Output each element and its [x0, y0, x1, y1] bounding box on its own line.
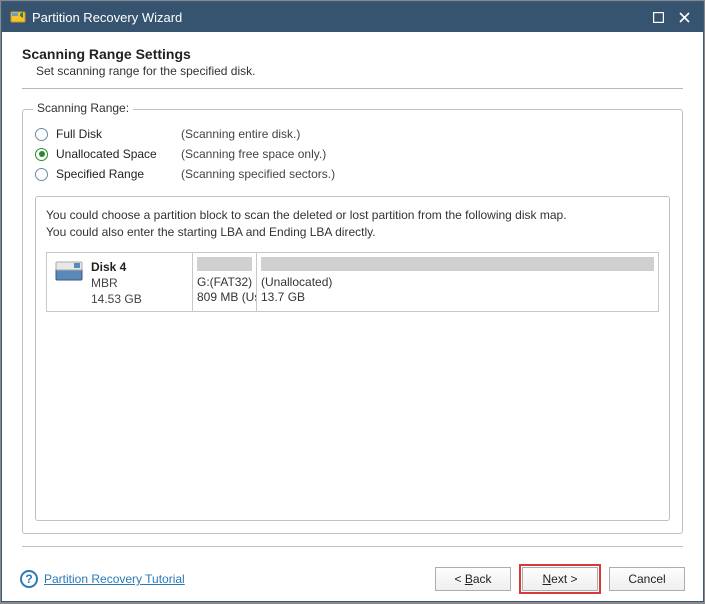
back-button[interactable]: < Back	[435, 567, 511, 591]
disk-name: Disk 4	[91, 259, 142, 275]
scanning-range-fieldset: Scanning Range: Full Disk (Scanning enti…	[22, 109, 683, 534]
radio-specified-range[interactable]: Specified Range (Scanning specified sect…	[35, 167, 670, 181]
maximize-button[interactable]	[651, 10, 665, 24]
disk-map: Disk 4 MBR 14.53 GB G:(FAT32) 809 MB (Us…	[46, 252, 659, 312]
radio-full-disk[interactable]: Full Disk (Scanning entire disk.)	[35, 127, 670, 141]
radio-icon	[35, 168, 48, 181]
footer: ? Partition Recovery Tutorial < Back Nex…	[2, 557, 703, 601]
next-button[interactable]: Next >	[522, 567, 598, 591]
radio-label: Full Disk	[56, 127, 181, 141]
radio-icon	[35, 148, 48, 161]
partition-size: 13.7 GB	[261, 290, 654, 306]
disk-size: 14.53 GB	[91, 291, 142, 307]
radio-label: Specified Range	[56, 167, 181, 181]
partition-bar	[197, 257, 252, 271]
content-area: Scanning Range Settings Set scanning ran…	[2, 32, 703, 557]
fieldset-legend: Scanning Range:	[33, 101, 133, 115]
close-button[interactable]	[677, 10, 691, 24]
partition-size: 809 MB (Used	[197, 290, 252, 306]
partition-block[interactable]: G:(FAT32) 809 MB (Used	[193, 253, 257, 311]
help-section: ? Partition Recovery Tutorial	[20, 570, 185, 588]
help-icon: ?	[20, 570, 38, 588]
help-link[interactable]: Partition Recovery Tutorial	[44, 572, 185, 586]
window-title: Partition Recovery Wizard	[32, 10, 651, 25]
next-button-highlight: Next >	[519, 564, 601, 594]
footer-divider	[22, 546, 683, 547]
page-heading: Scanning Range Settings	[22, 46, 683, 62]
radio-desc: (Scanning specified sectors.)	[181, 167, 335, 181]
cancel-button[interactable]: Cancel	[609, 567, 685, 591]
disk-icon	[55, 261, 83, 286]
wizard-window: Partition Recovery Wizard Scanning Range…	[1, 1, 704, 602]
disk-info: Disk 4 MBR 14.53 GB	[47, 253, 193, 311]
disk-map-box: You could choose a partition block to sc…	[35, 196, 670, 521]
partition-label: G:(FAT32)	[197, 275, 252, 291]
partition-block[interactable]: (Unallocated) 13.7 GB	[257, 253, 658, 311]
radio-unallocated-space[interactable]: Unallocated Space (Scanning free space o…	[35, 147, 670, 161]
partition-label: (Unallocated)	[261, 275, 654, 291]
radio-desc: (Scanning entire disk.)	[181, 127, 300, 141]
partition-bar	[261, 257, 654, 271]
info-text: You could choose a partition block to sc…	[46, 207, 659, 242]
radio-label: Unallocated Space	[56, 147, 181, 161]
app-icon	[10, 9, 26, 25]
page-subheading: Set scanning range for the specified dis…	[36, 64, 683, 78]
disk-type: MBR	[91, 275, 142, 291]
titlebar: Partition Recovery Wizard	[2, 2, 703, 32]
header-divider	[22, 88, 683, 89]
radio-desc: (Scanning free space only.)	[181, 147, 326, 161]
radio-icon	[35, 128, 48, 141]
